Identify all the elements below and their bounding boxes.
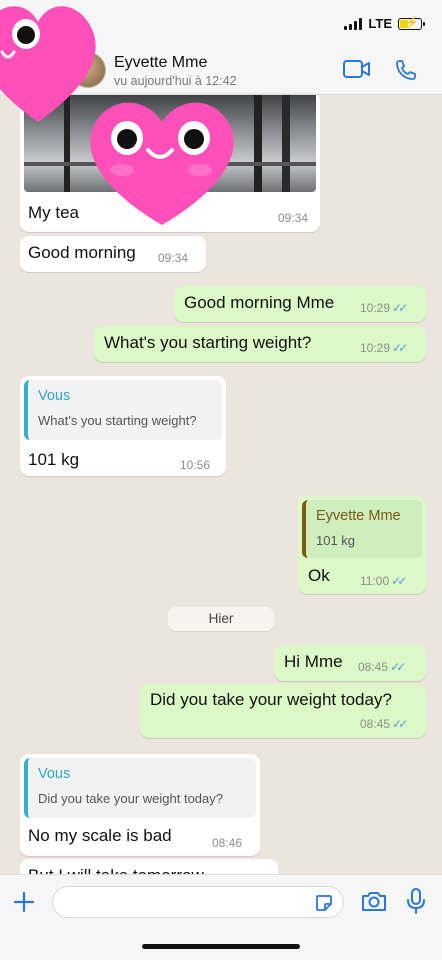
message-text: What's you starting weight?: [104, 333, 312, 352]
read-receipt-icon: ✓✓: [392, 301, 408, 315]
message-time: 08:46: [212, 836, 243, 850]
contact-name[interactable]: Eyvette Mme: [114, 54, 207, 72]
reply-message[interactable]: Vous What's you starting weight? 101 kg …: [20, 376, 226, 476]
message-time: 10:29 ✓✓: [360, 301, 408, 315]
message-text: Good morning: [28, 243, 136, 262]
quoted-message[interactable]: Vous What's you starting weight?: [24, 380, 222, 440]
network-label: LTE: [368, 16, 392, 31]
outgoing-message[interactable]: What's you starting weight? 10:29 ✓✓: [94, 326, 426, 362]
reply-message[interactable]: Vous Did you take your weight today? No …: [20, 754, 260, 856]
quote-author: Eyvette Mme: [316, 508, 401, 524]
heart-face-sticker: [90, 102, 234, 225]
message-input[interactable]: [52, 886, 344, 918]
message-time: 11:00 ✓✓: [360, 574, 407, 588]
message-time: 10:56: [180, 458, 211, 472]
quote-text: Did you take your weight today?: [38, 791, 223, 806]
microphone-icon[interactable]: [404, 887, 428, 915]
quote-text: 101 kg: [316, 533, 356, 548]
outgoing-message[interactable]: Did you take your weight today? 08:45 ✓✓: [140, 684, 426, 738]
message-text: Did you take your weight today?: [150, 690, 392, 709]
quote-author: Vous: [38, 388, 71, 404]
battery-icon: ⚡: [398, 17, 425, 30]
message-text: Hi Mme: [284, 652, 343, 671]
reply-message[interactable]: Eyvette Mme 101 kg Ok 11:00 ✓✓: [298, 496, 426, 594]
message-time: 08:45 ✓✓: [358, 660, 406, 674]
message-time: 09:34: [158, 251, 189, 265]
message-text: 101 kg: [28, 450, 80, 469]
read-receipt-icon: ✓✓: [390, 660, 406, 674]
incoming-message[interactable]: Good morning 09:34: [20, 236, 206, 272]
quoted-message[interactable]: Eyvette Mme 101 kg: [302, 500, 422, 558]
signal-icon: [344, 17, 363, 30]
message-time: 09:34: [277, 211, 308, 225]
quote-text: What's you starting weight?: [38, 413, 197, 428]
home-indicator[interactable]: [142, 944, 300, 949]
quoted-message[interactable]: Vous Did you take your weight today?: [24, 758, 256, 818]
message-text: Ok: [308, 566, 330, 585]
status-bar: LTE ⚡: [344, 16, 425, 31]
message-text: No my scale is bad: [28, 826, 172, 845]
read-receipt-icon: ✓✓: [392, 717, 408, 731]
read-receipt-icon: ✓✓: [392, 341, 408, 355]
camera-icon[interactable]: [360, 889, 388, 913]
read-receipt-icon: ✓✓: [391, 574, 407, 588]
video-call-icon[interactable]: [342, 58, 372, 80]
message-time: 08:45 ✓✓: [360, 717, 408, 731]
message-time: 10:29 ✓✓: [360, 341, 408, 355]
quote-author: Vous: [38, 766, 71, 782]
sticker-icon[interactable]: [315, 894, 333, 912]
outgoing-message[interactable]: Good morning Mme 10:29 ✓✓: [174, 286, 426, 322]
image-caption: My tea: [28, 203, 80, 222]
last-seen-status: vu aujourd'hui à 12:42: [114, 74, 237, 88]
date-separator: Hier: [168, 607, 274, 631]
message-text: Good morning Mme: [184, 293, 335, 312]
plus-icon[interactable]: [12, 890, 36, 914]
voice-call-icon[interactable]: [394, 58, 418, 82]
outgoing-message[interactable]: Hi Mme 08:45 ✓✓: [274, 645, 426, 681]
